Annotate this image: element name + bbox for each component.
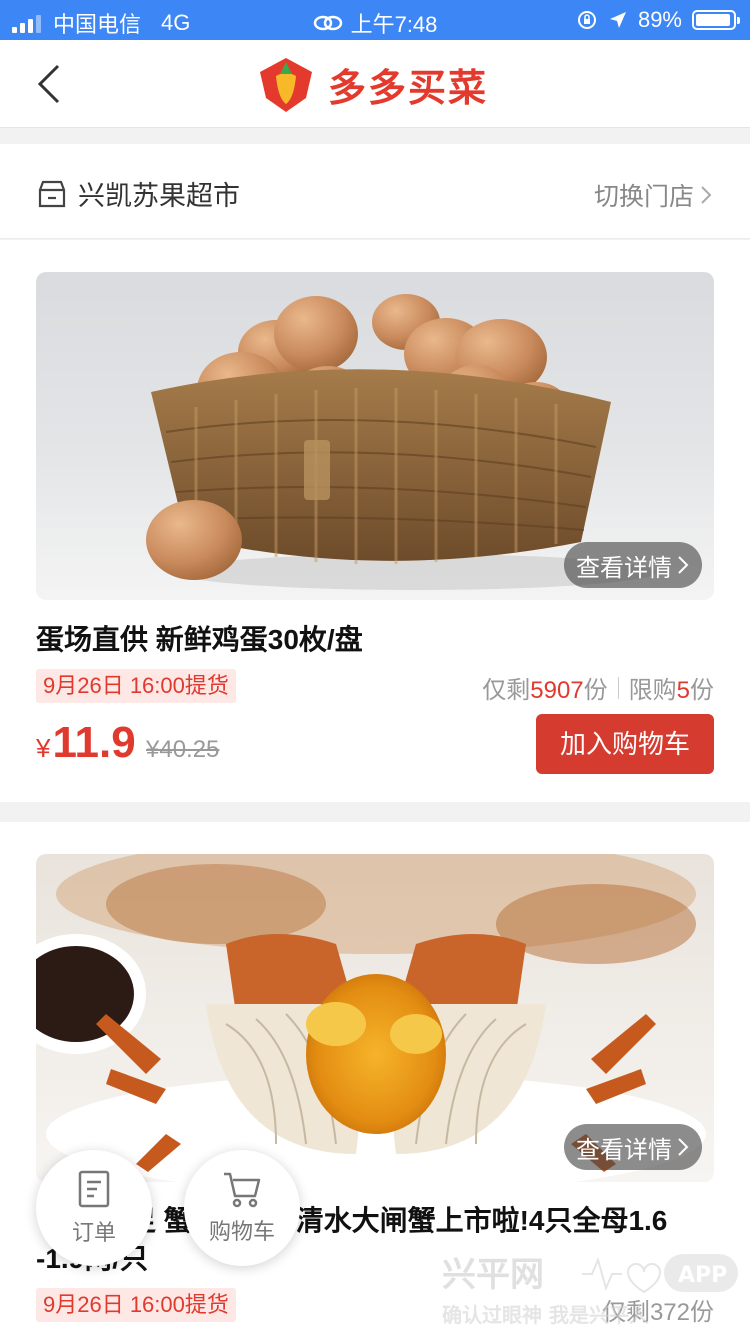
brand-name: 多多买菜 bbox=[328, 67, 489, 110]
orders-label: 订单 bbox=[71, 1220, 116, 1245]
view-details-button[interactable]: 查看详情 bbox=[564, 1124, 702, 1170]
limit-unit: 份 bbox=[690, 677, 714, 704]
remaining-prefix: 仅剩 bbox=[482, 677, 531, 704]
nav-bar: 多多买菜 bbox=[0, 40, 750, 128]
order-list-icon bbox=[78, 1170, 110, 1208]
battery-icon bbox=[692, 10, 740, 30]
limit-prefix: 限购 bbox=[628, 677, 677, 704]
view-details-button[interactable]: 查看详情 bbox=[564, 542, 702, 588]
chevron-left-icon[interactable] bbox=[28, 62, 72, 106]
remaining-count: 5907 bbox=[530, 677, 584, 704]
stock-info: 仅剩5907份 限购5份 bbox=[482, 670, 714, 705]
status-bar: 中国电信 4G 上午7:48 89% bbox=[0, 0, 750, 40]
limit-count: 5 bbox=[676, 677, 690, 704]
currency-symbol: ¥ bbox=[36, 733, 51, 763]
original-price: ¥40.25 bbox=[146, 736, 220, 763]
shopping-cart-icon bbox=[224, 1172, 261, 1208]
product-card[interactable]: 查看详情 蛋场直供 新鲜鸡蛋30枚/盘 9月26日 16:00提货 仅剩5907… bbox=[0, 240, 750, 802]
chevron-right-icon bbox=[701, 186, 712, 204]
cart-button[interactable]: 购物车 bbox=[184, 1150, 300, 1266]
store-icon bbox=[38, 180, 66, 207]
battery-percent: 89% bbox=[637, 7, 682, 32]
product-image-crabs[interactable]: 查看详情 bbox=[36, 854, 714, 1182]
watermark-line2: 确认过眼神 我是兴平人 bbox=[442, 1303, 650, 1327]
strawberry-logo-icon bbox=[260, 58, 312, 112]
pickup-time-badge: 9月26日 16:00提货 bbox=[36, 1288, 236, 1322]
product-image-eggs[interactable]: 查看详情 bbox=[36, 272, 714, 600]
watermark-line1: 兴平网 bbox=[442, 1255, 544, 1295]
watermark: 兴平网 APP 确认过眼神 我是兴平人 bbox=[442, 1250, 742, 1334]
rotation-lock-icon bbox=[577, 11, 596, 29]
brand-logo: 多多买菜 bbox=[254, 52, 488, 116]
cart-label: 购物车 bbox=[208, 1219, 275, 1244]
divider bbox=[617, 676, 619, 699]
product-title-part-b: 清水大闸蟹上市啦!4只全母1.6 bbox=[295, 1205, 668, 1236]
chevron-right-icon bbox=[678, 1138, 689, 1156]
orders-button[interactable]: 订单 bbox=[36, 1150, 152, 1266]
view-details-label: 查看详情 bbox=[576, 554, 672, 582]
store-bar[interactable]: 兴凯苏果超市 切换门店 bbox=[0, 144, 750, 239]
view-details-label: 查看详情 bbox=[576, 1136, 672, 1164]
product-title: 蛋场直供 新鲜鸡蛋30枚/盘 bbox=[36, 624, 363, 655]
remaining-unit: 份 bbox=[583, 677, 608, 704]
switch-store-label: 切换门店 bbox=[593, 183, 694, 211]
store-name: 兴凯苏果超市 bbox=[78, 181, 240, 211]
clock: 上午7:48 bbox=[350, 12, 438, 37]
price: ¥ 11.9 bbox=[36, 718, 136, 768]
watermark-app: APP bbox=[678, 1263, 727, 1288]
location-arrow-icon bbox=[609, 12, 626, 28]
chevron-right-icon bbox=[678, 556, 689, 574]
switch-store-button[interactable]: 切换门店 bbox=[594, 177, 714, 213]
pickup-time-badge: 9月26日 16:00提货 bbox=[36, 669, 236, 703]
price-value: 11.9 bbox=[52, 718, 136, 767]
link-icon bbox=[313, 15, 342, 31]
add-to-cart-button[interactable]: 加入购物车 bbox=[536, 714, 714, 774]
